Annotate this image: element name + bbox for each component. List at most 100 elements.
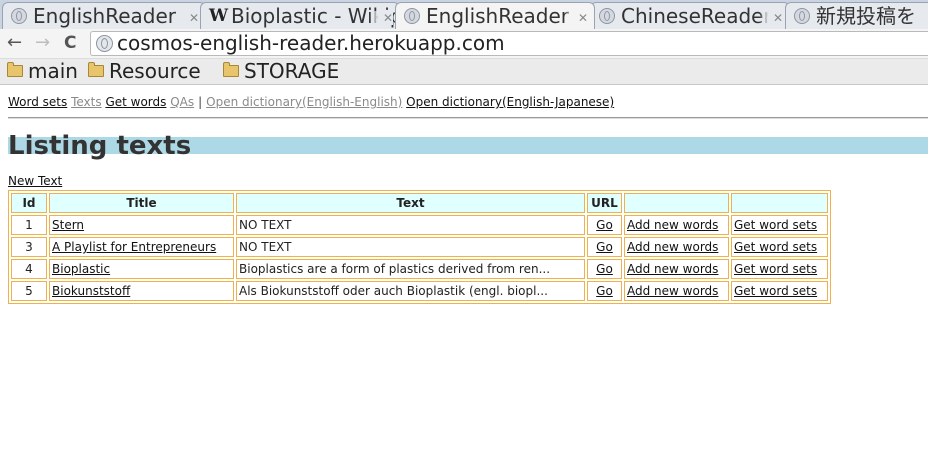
cell-text: Bioplastics are a form of plastics deriv… [236,259,585,279]
tab-title: ChineseReader [621,4,772,28]
nav-link-word-sets[interactable]: Word sets [8,95,67,109]
tab-title: 新規投稿を [816,4,916,28]
page-title: Listing texts [8,131,192,161]
title-link[interactable]: Biokunststoff [52,284,130,298]
nav-link-dictionary-en-ja[interactable]: Open dictionary(English-Japanese) [406,95,614,109]
top-navigation: Word sets Texts Get words QAs | Open dicti… [8,94,928,110]
nav-link-get-words[interactable]: Get words [105,95,166,109]
folder-icon [223,62,239,77]
cell-add-words: Add new words [624,215,729,235]
title-link[interactable]: A Playlist for Entrepreneurs [52,240,216,254]
text-excerpt: NO TEXT [239,218,292,232]
table-header-row: Id Title Text URL [11,193,828,213]
text-excerpt: NO TEXT [239,240,292,254]
header-add-words [624,193,729,213]
header-title: Title [49,193,234,213]
nav-separator: | [198,95,203,109]
cell-get-word-sets: Get word sets [731,281,828,301]
close-icon[interactable]: ✕ [368,11,393,25]
text-excerpt: Als Biokunststoff oder auch Bioplastik (… [239,284,548,298]
cell-get-word-sets: Get word sets [731,215,828,235]
cell-id: 5 [11,281,47,301]
browser-toolbar: ← → C cosmos-english-reader.herokuapp.co… [0,29,928,59]
address-bar[interactable]: cosmos-english-reader.herokuapp.com [90,31,928,56]
get-word-sets-link[interactable]: Get word sets [734,284,817,298]
get-word-sets-link[interactable]: Get word sets [734,240,817,254]
cell-title: Stern [49,215,234,235]
header-text: Text [236,193,585,213]
cell-add-words: Add new words [624,281,729,301]
browser-tab-englishreader-active[interactable]: EnglishReader ✕ [395,2,595,29]
page-content: Word sets Texts Get words QAs | Open dicti… [8,94,928,304]
get-word-sets-link[interactable]: Get word sets [734,218,817,232]
cell-title: Biokunststoff [49,281,234,301]
cell-url: Go [587,215,622,235]
forward-icon[interactable]: → [35,32,50,54]
folder-icon [88,62,104,77]
cell-add-words: Add new words [624,259,729,279]
table-row: 4 Bioplastic Bioplastics are a form of p… [11,259,828,279]
nav-link-qas[interactable]: QAs [170,95,194,109]
go-link[interactable]: Go [596,262,613,276]
go-link[interactable]: Go [596,284,613,298]
bookmarks-bar: main Resource STORAGE [0,59,928,85]
cell-get-word-sets: Get word sets [731,237,828,257]
cell-url: Go [587,237,622,257]
close-icon[interactable]: ✕ [758,11,783,25]
wikipedia-icon: W [209,6,229,26]
add-new-words-link[interactable]: Add new words [627,284,718,298]
header-id: Id [11,193,47,213]
title-link[interactable]: Bioplastic [52,262,110,276]
cell-text: NO TEXT [236,215,585,235]
browser-tab-chinesereader[interactable]: ChineseReader ✕ [590,2,790,29]
header-url: URL [587,193,622,213]
table-row: 1 Stern NO TEXT Go Add new words Get wor… [11,215,828,235]
tab-title: EnglishReader [33,4,176,28]
text-excerpt: Bioplastics are a form of plastics deriv… [239,262,551,276]
browser-tab-bioplastic[interactable]: W Bioplastic - Wikipedia ✕ [200,2,400,29]
table-row: 3 A Playlist for Entrepreneurs NO TEXT G… [11,237,828,257]
get-word-sets-link[interactable]: Get word sets [734,262,817,276]
divider [8,117,928,119]
back-icon[interactable]: ← [7,32,22,54]
close-icon[interactable]: ✕ [174,11,199,25]
nav-link-texts[interactable]: Texts [71,95,102,109]
cell-url: Go [587,259,622,279]
globe-icon [96,35,113,52]
cell-title: Bioplastic [49,259,234,279]
add-new-words-link[interactable]: Add new words [627,262,718,276]
new-text-link[interactable]: New Text [8,173,62,189]
globe-icon [599,8,615,24]
reload-icon[interactable]: C [64,32,76,54]
cell-text: Als Biokunststoff oder auch Bioplastik (… [236,281,585,301]
browser-tab-englishreader-1[interactable]: EnglishReader ✕ [2,2,206,29]
bookmark-label: main [28,59,78,83]
title-link[interactable]: Stern [52,218,84,232]
cell-text: NO TEXT [236,237,585,257]
address-url: cosmos-english-reader.herokuapp.com [117,31,505,55]
bookmark-label: STORAGE [244,59,340,83]
table-row: 5 Biokunststoff Als Biokunststoff oder a… [11,281,828,301]
cell-title: A Playlist for Entrepreneurs [49,237,234,257]
cell-id: 3 [11,237,47,257]
browser-tab-new-post[interactable]: 新規投稿を [785,2,928,29]
header-get-word-sets [731,193,828,213]
texts-table: Id Title Text URL 1 Stern NO TEXT Go Add… [8,190,831,304]
cell-get-word-sets: Get word sets [731,259,828,279]
go-link[interactable]: Go [596,240,613,254]
tab-title: EnglishReader [426,4,569,28]
globe-icon [794,8,810,24]
nav-link-dictionary-en-en[interactable]: Open dictionary(English-English) [206,95,402,109]
bookmark-label: Resource [109,59,201,83]
go-link[interactable]: Go [596,218,613,232]
add-new-words-link[interactable]: Add new words [627,218,718,232]
folder-icon [7,62,23,77]
globe-icon [11,8,27,24]
globe-icon [404,8,420,24]
cell-id: 1 [11,215,47,235]
cell-url: Go [587,281,622,301]
cell-id: 4 [11,259,47,279]
cell-add-words: Add new words [624,237,729,257]
close-icon[interactable]: ✕ [563,11,588,25]
add-new-words-link[interactable]: Add new words [627,240,718,254]
